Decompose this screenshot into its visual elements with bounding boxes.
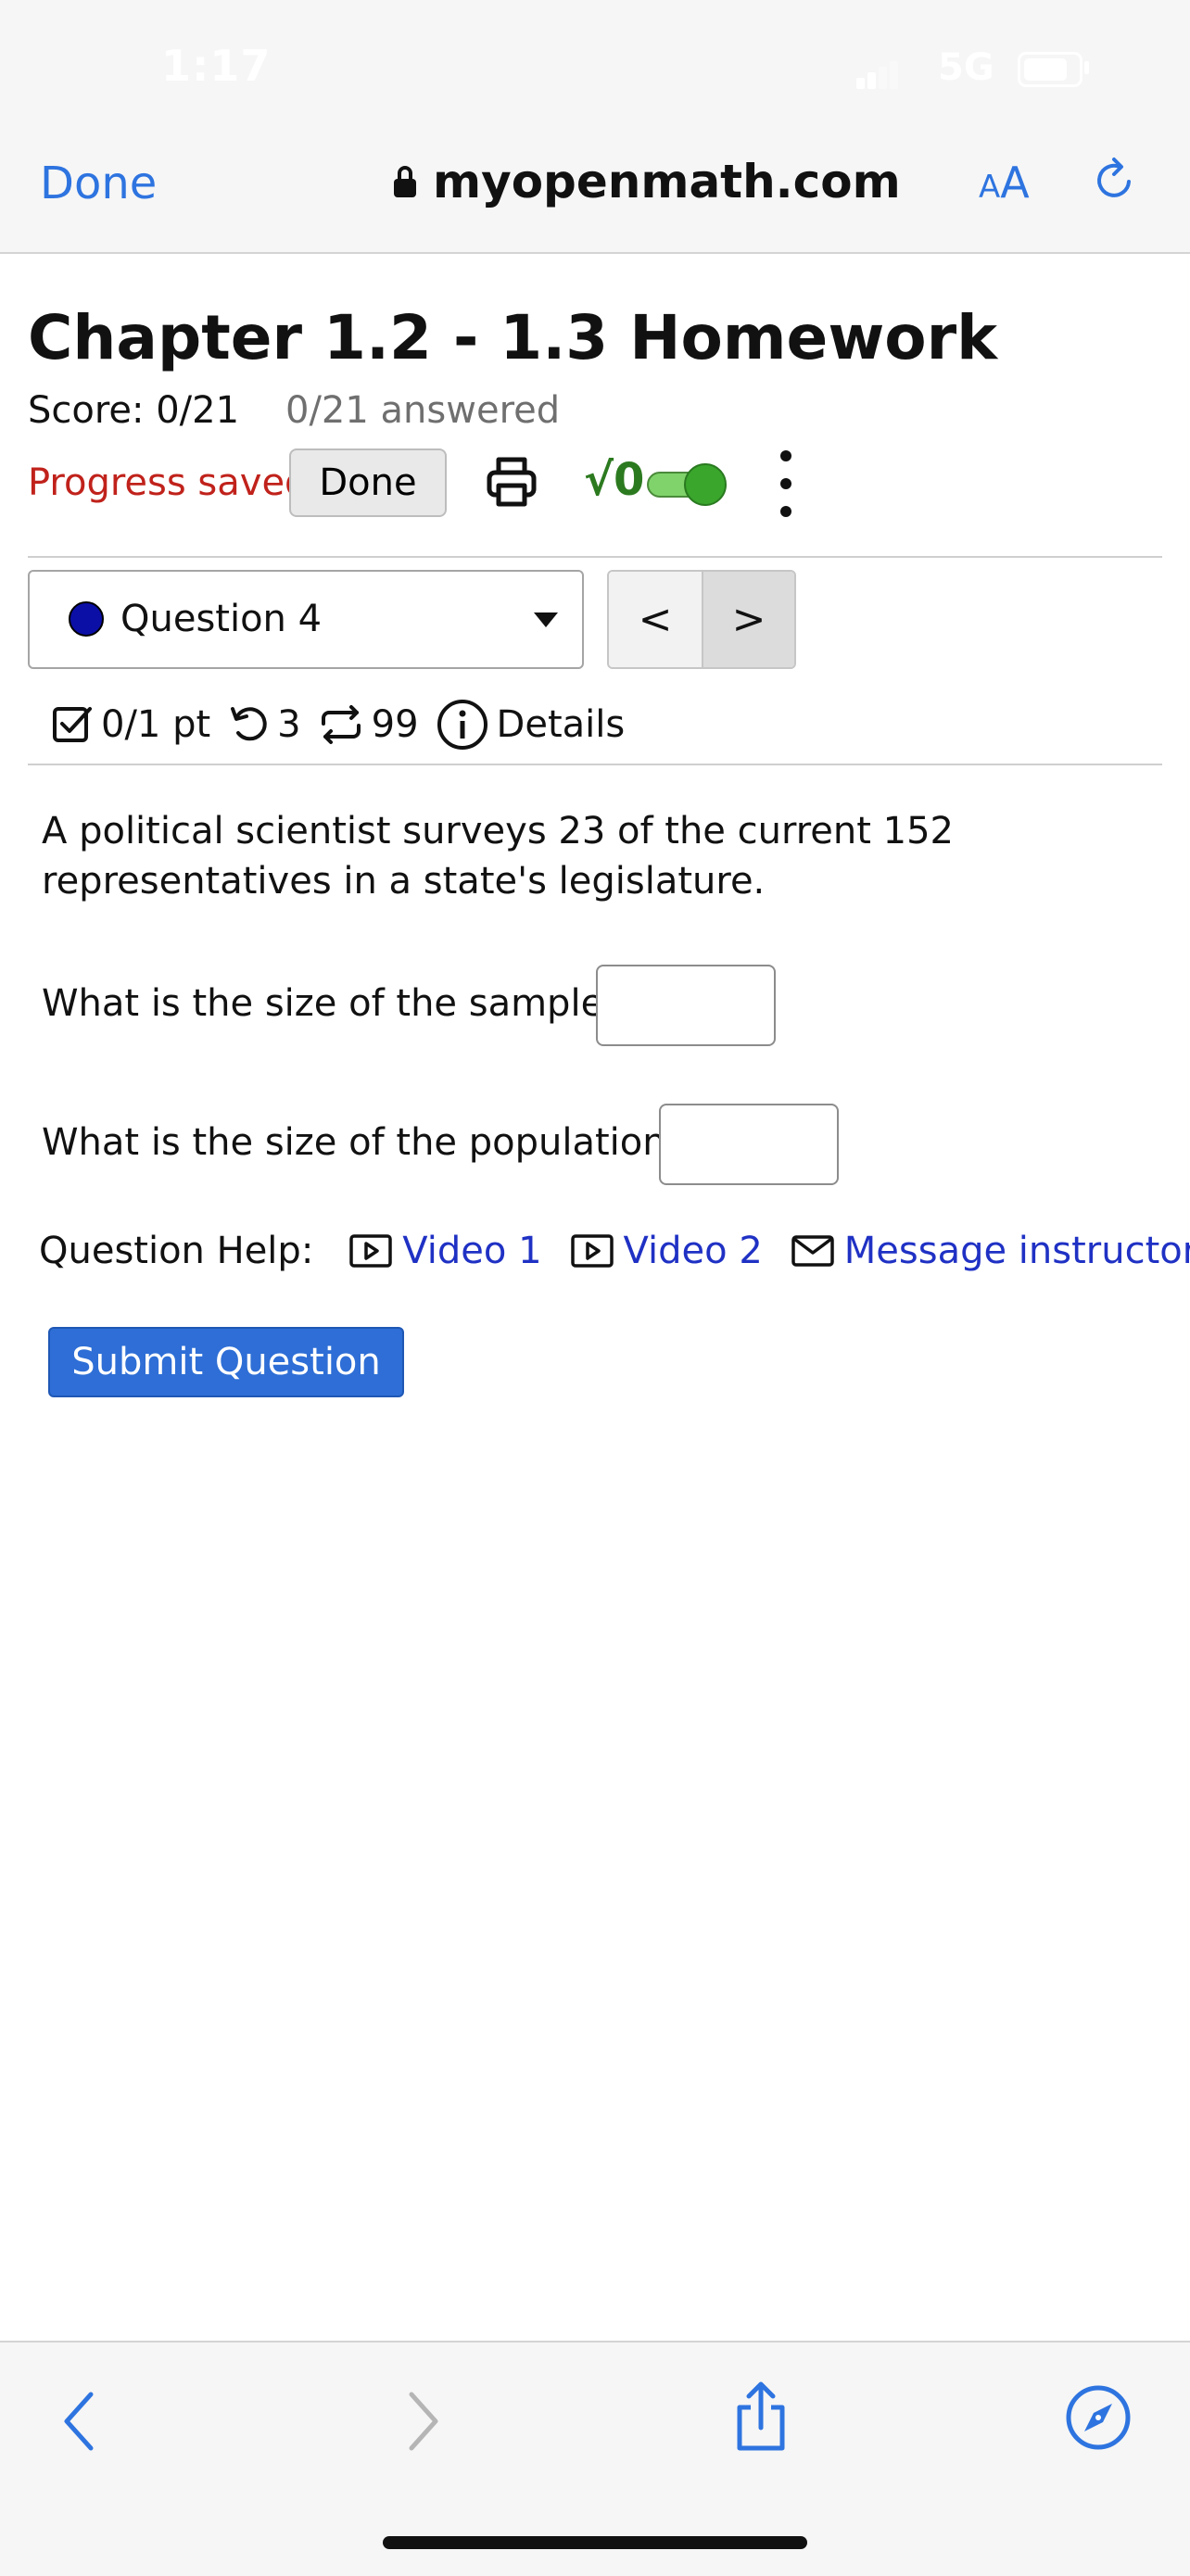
- reload-icon[interactable]: [1092, 156, 1140, 204]
- compass-icon[interactable]: [1064, 2383, 1133, 2452]
- video-2-link[interactable]: Video 2: [570, 1230, 763, 1272]
- text-size-button[interactable]: AA: [979, 158, 1030, 208]
- address-bar[interactable]: myopenmath.com: [394, 154, 901, 209]
- chevron-left-icon[interactable]: [56, 2389, 102, 2454]
- question-help-label: Question Help:: [39, 1230, 314, 1272]
- page-title: Chapter 1.2 - 1.3 Homework: [28, 302, 998, 373]
- repeat-icon: [321, 705, 361, 744]
- printer-icon[interactable]: [482, 452, 541, 511]
- question-info: 0/1 pt 3 99 Details: [51, 695, 641, 754]
- video-2-label: Video 2: [623, 1230, 763, 1272]
- question-select[interactable]: Question 4: [28, 570, 584, 669]
- divider: [28, 764, 1162, 765]
- message-instructor-label: Message instructor: [843, 1230, 1190, 1272]
- progress-saved-text: Progress saved: [28, 461, 309, 504]
- population-prompt: What is the size of the population:: [42, 1121, 679, 1164]
- done-button[interactable]: Done: [289, 448, 447, 517]
- details-label: Details: [496, 703, 626, 746]
- browser-done-button[interactable]: Done: [40, 158, 157, 209]
- text-size-large-a: A: [1000, 158, 1030, 208]
- question-status-dot: [69, 601, 104, 637]
- sample-prompt: What is the size of the sample:: [42, 982, 616, 1025]
- divider: [28, 556, 1162, 558]
- network-label: 5G: [938, 46, 994, 89]
- question-help: Question Help: Video 1 Video 2 Message i…: [39, 1221, 1190, 1281]
- message-instructor-link[interactable]: Message instructor: [791, 1230, 1190, 1272]
- problem-text: A political scientist surveys 23 of the …: [42, 810, 954, 903]
- points-text: 0/1 pt: [101, 703, 211, 746]
- play-icon: [349, 1234, 393, 1268]
- video-1-link[interactable]: Video 1: [348, 1230, 542, 1272]
- mail-icon: [791, 1235, 834, 1267]
- home-indicator: [383, 2536, 807, 2549]
- population-size-input[interactable]: [659, 1104, 839, 1185]
- url-text: myopenmath.com: [433, 155, 901, 208]
- battery-tip: [1084, 61, 1089, 74]
- browser-header: 1:17 5G Done myopenmath.com AA: [0, 0, 1190, 254]
- share-icon[interactable]: [728, 2380, 793, 2454]
- info-icon: [437, 700, 487, 750]
- checkbox-icon: [53, 707, 92, 742]
- math-entry-toggle[interactable]: [647, 463, 727, 506]
- score-text: Score: 0/21: [28, 389, 240, 432]
- sample-size-input[interactable]: [596, 965, 776, 1046]
- submit-question-button[interactable]: Submit Question: [48, 1327, 404, 1397]
- play-icon: [570, 1234, 614, 1268]
- retries-count: 3: [277, 703, 301, 746]
- question-nav: < >: [607, 570, 796, 669]
- lock-icon: [394, 166, 416, 197]
- undo-icon: [231, 707, 267, 741]
- more-vertical-icon[interactable]: [775, 448, 797, 519]
- video-1-label: Video 1: [402, 1230, 542, 1272]
- battery-icon: [1018, 52, 1082, 87]
- next-question-button[interactable]: >: [703, 572, 794, 667]
- previous-question-button[interactable]: <: [609, 572, 703, 667]
- chevron-right-icon[interactable]: [400, 2389, 447, 2454]
- question-select-label: Question 4: [120, 598, 323, 640]
- caret-down-icon: [534, 612, 558, 627]
- answered-count: 0/21 answered: [285, 389, 561, 432]
- details-toggle[interactable]: Details: [436, 698, 626, 751]
- math-entry-label: √0: [584, 454, 645, 506]
- versions-count: 99: [371, 703, 419, 746]
- text-size-small-a: A: [979, 169, 1001, 206]
- signal-icon: [856, 61, 898, 89]
- status-time: 1:17: [161, 41, 272, 91]
